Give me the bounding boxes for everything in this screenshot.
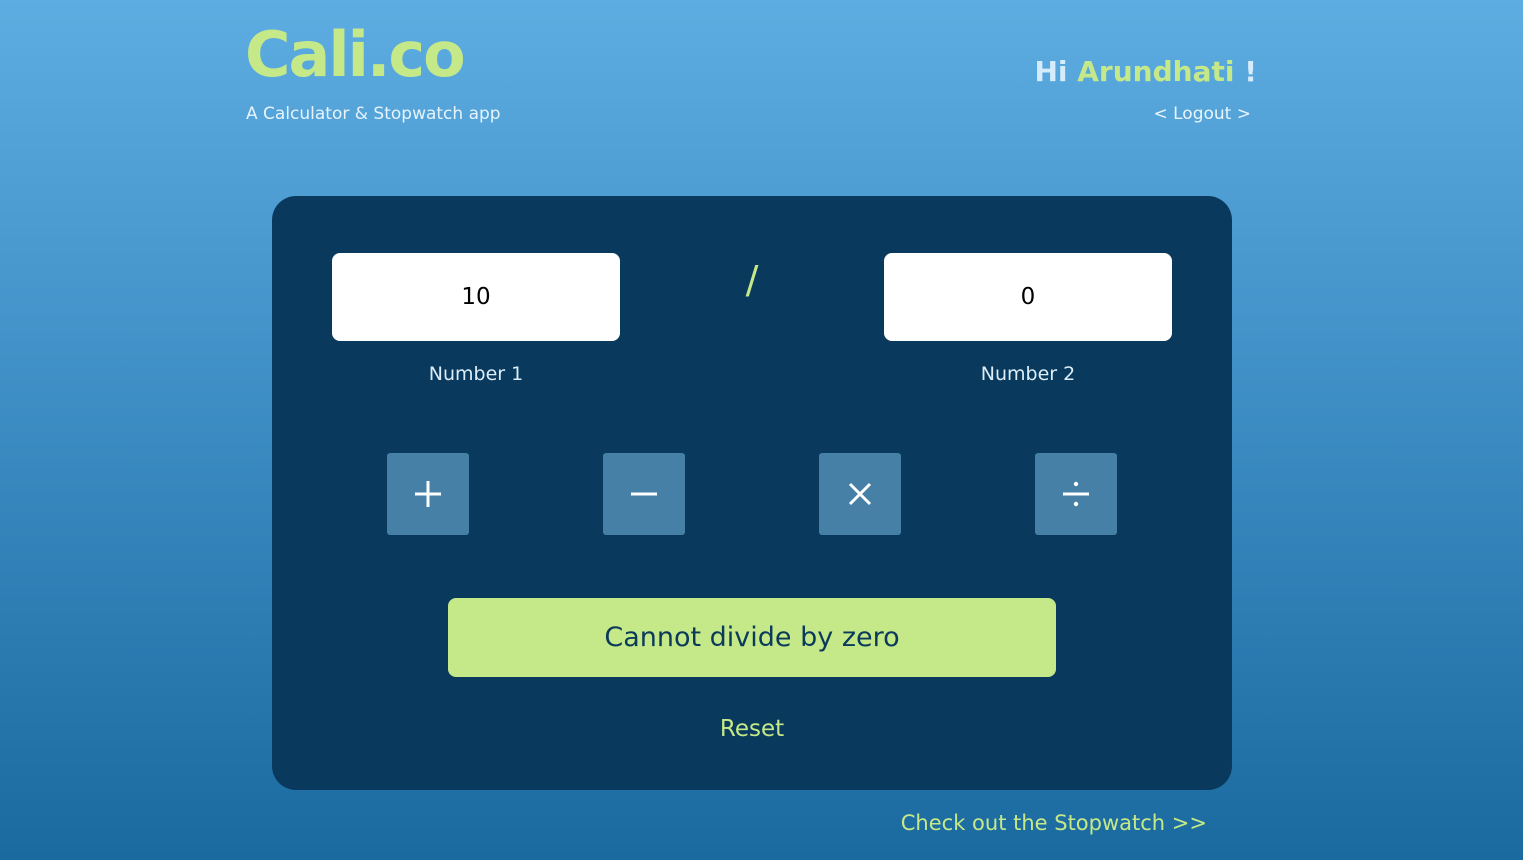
result-display: Cannot divide by zero [448, 598, 1056, 677]
number1-label: Number 1 [428, 363, 524, 385]
stopwatch-link[interactable]: Check out the Stopwatch >> [901, 811, 1207, 835]
logout-link[interactable]: < Logout > [1153, 104, 1251, 124]
result-text: Cannot divide by zero [604, 622, 900, 653]
add-button[interactable] [387, 453, 469, 535]
minus-icon [631, 492, 657, 496]
number2-input[interactable] [884, 253, 1172, 341]
multiply-button[interactable] [819, 453, 901, 535]
plus-icon [415, 481, 441, 507]
app-logo: Cali.co [245, 18, 466, 91]
multiply-icon [848, 482, 872, 506]
divide-icon [1063, 481, 1089, 507]
reset-button[interactable]: Reset [652, 716, 852, 742]
greeting-suffix: ! [1244, 55, 1257, 88]
divide-button[interactable] [1035, 453, 1117, 535]
user-name: Arundhati [1077, 55, 1235, 88]
number2-label: Number 2 [980, 363, 1076, 385]
greeting-prefix: Hi [1034, 55, 1068, 88]
user-greeting: Hi Arundhati ! [1034, 55, 1257, 88]
subtract-button[interactable] [603, 453, 685, 535]
calculator-card: / Number 1 Number 2 Cannot divide by zer… [272, 196, 1232, 790]
number1-input[interactable] [332, 253, 620, 341]
operator-display: / [745, 258, 759, 302]
app-tagline: A Calculator & Stopwatch app [246, 104, 501, 124]
